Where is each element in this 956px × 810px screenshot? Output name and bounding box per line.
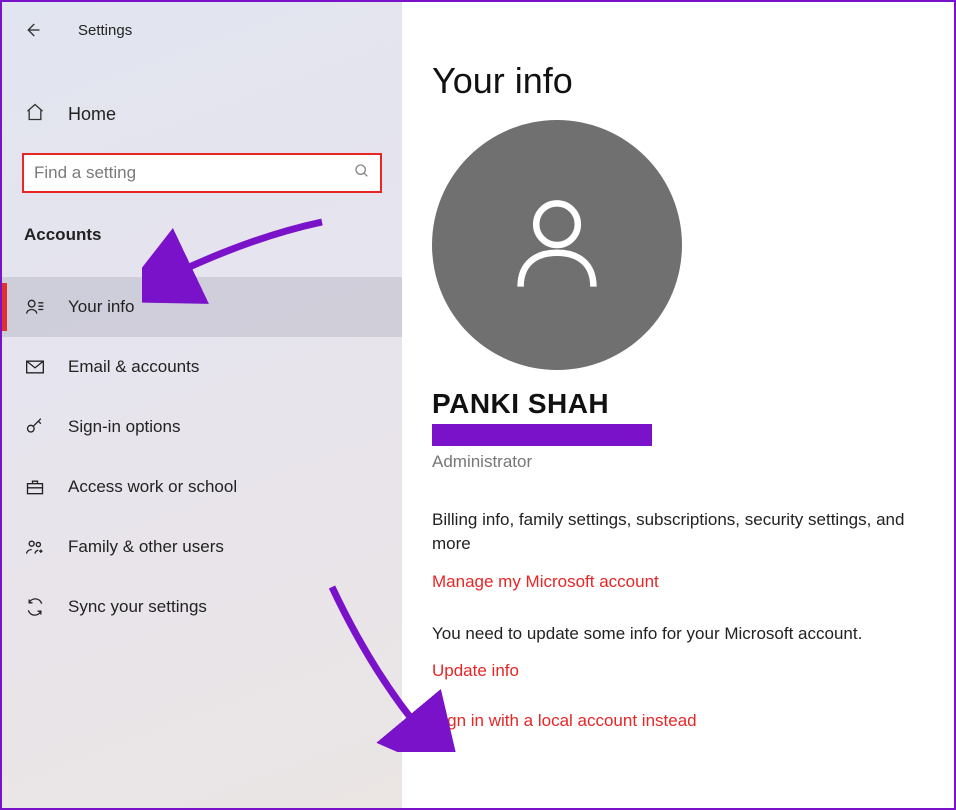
briefcase-icon bbox=[24, 477, 46, 497]
page-title: Your info bbox=[432, 60, 932, 102]
back-button[interactable] bbox=[20, 18, 44, 42]
home-icon bbox=[24, 102, 46, 127]
sidebar-item-signin[interactable]: Sign-in options bbox=[2, 397, 402, 457]
search-box[interactable] bbox=[22, 153, 382, 193]
sidebar-item-work[interactable]: Access work or school bbox=[2, 457, 402, 517]
sidebar-item-your-info[interactable]: Your info bbox=[2, 277, 402, 337]
people-add-icon bbox=[24, 537, 46, 557]
manage-account-link[interactable]: Manage my Microsoft account bbox=[432, 572, 932, 592]
search-input[interactable] bbox=[34, 163, 354, 183]
avatar bbox=[432, 120, 682, 370]
sidebar: Settings Home Accounts bbox=[2, 2, 402, 808]
sidebar-item-label: Access work or school bbox=[68, 477, 237, 497]
content-pane: Your info PANKI SHAH Administrator Billi… bbox=[402, 2, 954, 808]
user-detail-icon bbox=[24, 297, 46, 317]
user-role: Administrator bbox=[432, 452, 932, 472]
billing-description: Billing info, family settings, subscript… bbox=[432, 508, 932, 556]
person-icon bbox=[492, 180, 622, 310]
sidebar-nav: Your info Email & accounts Sign-in optio… bbox=[2, 277, 402, 637]
sync-icon bbox=[24, 597, 46, 617]
home-label: Home bbox=[68, 104, 116, 125]
sidebar-item-sync[interactable]: Sync your settings bbox=[2, 577, 402, 637]
redacted-email bbox=[432, 424, 652, 446]
titlebar: Settings bbox=[2, 14, 402, 42]
sidebar-item-email[interactable]: Email & accounts bbox=[2, 337, 402, 397]
key-icon bbox=[24, 417, 46, 437]
sidebar-item-family[interactable]: Family & other users bbox=[2, 517, 402, 577]
update-info-link[interactable]: Update info bbox=[432, 661, 932, 681]
sidebar-home[interactable]: Home bbox=[2, 90, 402, 139]
local-account-link[interactable]: Sign in with a local account instead bbox=[432, 711, 932, 731]
sidebar-item-label: Your info bbox=[68, 297, 134, 317]
sidebar-item-label: Sync your settings bbox=[68, 597, 207, 617]
sidebar-item-label: Sign-in options bbox=[68, 417, 180, 437]
sidebar-item-label: Email & accounts bbox=[68, 357, 199, 377]
mail-icon bbox=[24, 357, 46, 377]
update-description: You need to update some info for your Mi… bbox=[432, 622, 932, 646]
sidebar-section-label: Accounts bbox=[2, 193, 402, 253]
user-name: PANKI SHAH bbox=[432, 388, 932, 420]
search-icon bbox=[354, 163, 370, 184]
sidebar-item-label: Family & other users bbox=[68, 537, 224, 557]
window-title: Settings bbox=[78, 22, 132, 39]
